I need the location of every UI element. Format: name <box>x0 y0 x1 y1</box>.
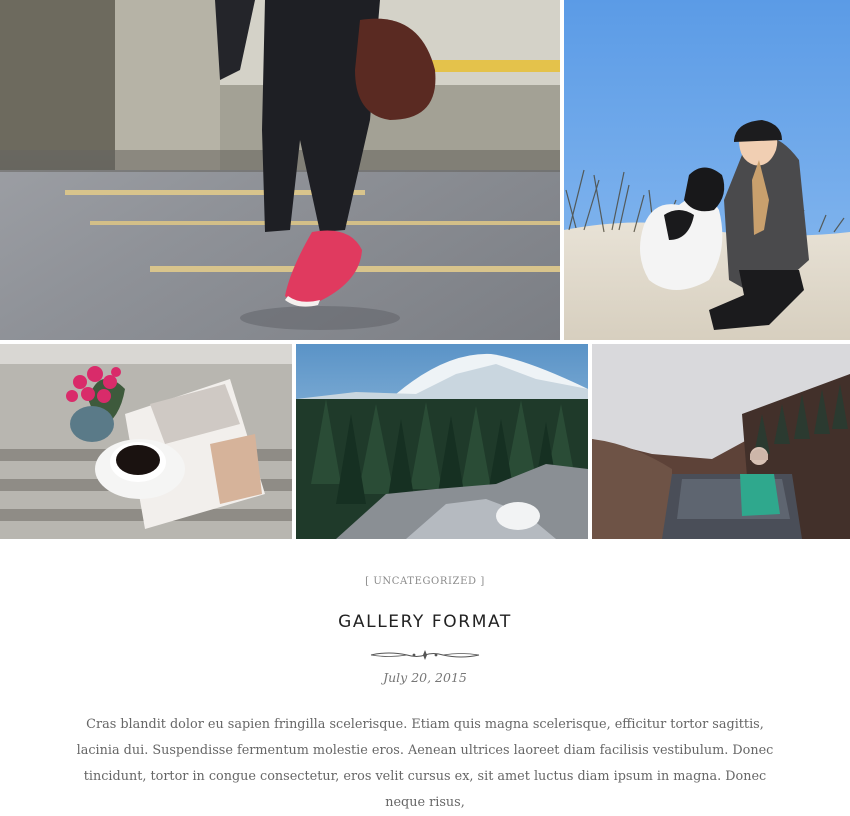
mountain-photo <box>296 344 588 539</box>
gallery-image-coffee[interactable] <box>0 344 292 539</box>
coffee-photo <box>0 344 292 539</box>
category-link[interactable]: [ UNCATEGORIZED ] <box>365 576 485 587</box>
ornament-divider <box>369 646 481 660</box>
gallery <box>0 0 850 539</box>
gallery-image-dog[interactable] <box>564 0 850 340</box>
post-title[interactable]: GALLERY FORMAT <box>0 612 850 632</box>
sneakers-photo <box>0 0 560 340</box>
dog-photo <box>564 0 850 340</box>
post-category: [ UNCATEGORIZED ] <box>0 576 850 587</box>
gallery-image-mountain[interactable] <box>296 344 588 539</box>
gallery-image-lake[interactable] <box>592 344 850 539</box>
post-summary: [ UNCATEGORIZED ] GALLERY FORMAT July 20… <box>0 539 850 816</box>
gallery-image-sneakers[interactable] <box>0 0 560 340</box>
post-date: July 20, 2015 <box>383 670 467 685</box>
lake-photo <box>592 344 850 539</box>
post-excerpt: Cras blandit dolor eu sapien fringilla s… <box>76 717 774 810</box>
ornament-icon <box>370 650 480 660</box>
